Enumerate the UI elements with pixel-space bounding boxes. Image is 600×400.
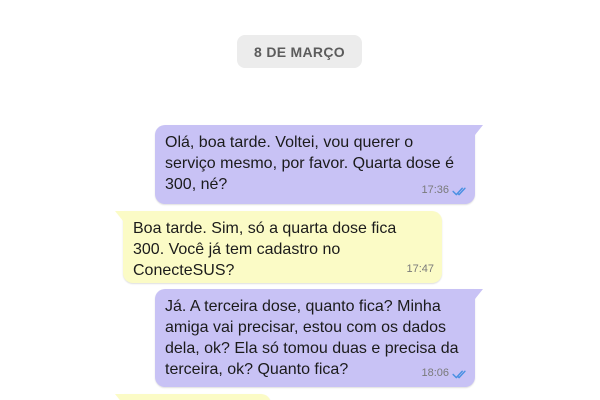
message-time: 18:06 xyxy=(421,367,449,379)
message-meta: 18:06 xyxy=(421,363,467,384)
double-check-icon xyxy=(452,187,466,195)
message-text: Já. A terceira dose, quanto fica? Minha … xyxy=(165,298,459,378)
message-meta: 17:47 xyxy=(406,259,434,280)
message-bubble-outgoing[interactable]: Olá, boa tarde. Voltei, vou querer o ser… xyxy=(155,125,483,204)
message-meta: 17:36 xyxy=(421,180,467,201)
message-bubble-incoming[interactable] xyxy=(115,394,271,400)
double-check-icon xyxy=(452,370,466,378)
message-bubble-incoming[interactable]: Boa tarde. Sim, só a quarta dose fica 30… xyxy=(115,211,442,283)
chat-window: 8 DE MARÇO Olá, boa tarde. Voltei, vou q… xyxy=(0,0,600,400)
message-text: Boa tarde. Sim, só a quarta dose fica 30… xyxy=(133,220,397,279)
message-time: 17:47 xyxy=(406,263,434,275)
date-divider: 8 DE MARÇO xyxy=(237,35,362,68)
message-text: Olá, boa tarde. Voltei, vou querer o ser… xyxy=(165,134,455,193)
message-bubble-outgoing[interactable]: Já. A terceira dose, quanto fica? Minha … xyxy=(155,289,483,387)
message-time: 17:36 xyxy=(421,184,449,196)
